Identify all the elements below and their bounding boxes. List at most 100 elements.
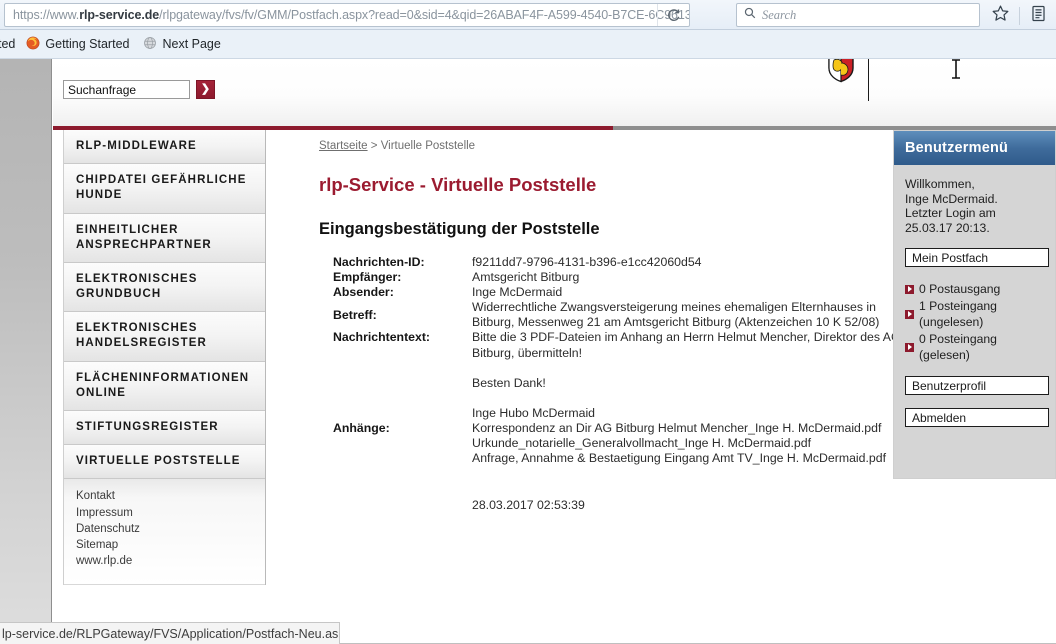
message-details-table: Nachrichten-ID: f9211dd7-9796-4131-b396-… (319, 255, 909, 513)
bookmark-item-getting-started[interactable]: Getting Started (26, 36, 129, 53)
nav-item-stiftungsregister[interactable]: STIFTUNGSREGISTER (64, 410, 265, 446)
message-body-paragraph-1: Bitte die 3 PDF-Dateien im Anhang an Her… (472, 330, 901, 360)
url-path: /rlpgateway/fvs/fv/GMM/Postfach.aspx?rea… (159, 8, 689, 22)
field-value-nachrichten-id: f9211dd7-9796-4131-b396-e1cc42060d54 (472, 255, 702, 269)
table-row: Nachrichtentext: Bitte die 3 PDF-Dateien… (319, 330, 909, 420)
field-label-betreff: Betreff: (333, 307, 377, 322)
main-content: Startseite > Virtuelle Poststelle rlp-Se… (265, 130, 901, 513)
breadcrumb: Startseite > Virtuelle Poststelle (319, 130, 892, 152)
status-bar-text: lp-service.de/RLPGateway/FVS/Application… (2, 626, 340, 641)
mailbox-counts: 0 Postausgang 1 Posteingang (ungelesen) … (905, 281, 1045, 363)
table-row: Absender: Inge McDermaid (319, 285, 909, 300)
bookmark-label: Getting Started (45, 37, 130, 51)
search-placeholder-text: Search (762, 7, 797, 22)
field-value-betreff: Widerrechtliche Zwangsversteigerung mein… (472, 300, 880, 330)
footer-link-impressum[interactable]: Impressum (76, 505, 265, 521)
toolbar-icons (991, 4, 1048, 28)
table-row: 28.03.2017 02:53:39 (319, 466, 909, 513)
bookmark-label: ted (0, 37, 16, 51)
browser-toolbar: https://www.rlp-service.de/rlpgateway/fv… (0, 0, 1056, 30)
mein-postfach-button[interactable]: Mein Postfach (905, 248, 1049, 268)
user-menu-panel: Benutzermenü Willkommen, Inge McDermaid.… (893, 130, 1056, 479)
attachment-item[interactable]: Korrespondenz an Dir AG Bitburg Helmut M… (472, 421, 909, 436)
url-text: https://www.rlp-service.de/rlpgateway/fv… (5, 8, 689, 22)
receipt-timestamp: 28.03.2017 02:53:39 (472, 498, 585, 513)
field-value-absender: Inge McDermaid (472, 285, 563, 300)
field-value-empfaenger: Amtsgericht Bitburg (472, 270, 580, 285)
page-viewport: ❯ RLP-MIDDLEWARE (0, 59, 1056, 644)
breadcrumb-current: Virtuelle Poststelle (380, 140, 476, 152)
footer-link-datenschutz[interactable]: Datenschutz (76, 521, 265, 537)
table-row: Betreff: Widerrechtliche Zwangsversteige… (319, 300, 909, 330)
field-label-nachrichtentext: Nachrichtentext: (333, 330, 431, 345)
nav-item-rlp-middleware[interactable]: RLP-MIDDLEWARE (64, 130, 265, 165)
main-navigation: RLP-MIDDLEWARE CHIPDATEI GEFÄHRLICHE HUN… (63, 130, 266, 585)
site-search-group: ❯ (63, 80, 215, 99)
welcome-line-4: 25.03.17 20:13. (905, 220, 990, 235)
library-icon[interactable] (1029, 4, 1048, 28)
field-label-absender: Absender: (333, 285, 394, 300)
globe-icon (143, 36, 157, 53)
site-header: ❯ (53, 59, 1056, 126)
table-row: Nachrichten-ID: f9211dd7-9796-4131-b396-… (319, 255, 909, 270)
rlp-coat-of-arms-icon (825, 59, 857, 83)
count-label: 0 Postausgang (919, 282, 1001, 297)
attachment-item[interactable]: Urkunde_notarielle_Generalvollmacht_Inge… (472, 436, 909, 451)
attachment-item[interactable]: Anfrage, Annahme & Bestaetigung Eingang … (472, 451, 909, 466)
chevron-right-icon: ❯ (200, 83, 211, 95)
field-value-anhaenge: Korrespondenz an Dir AG Bitburg Helmut M… (472, 421, 909, 466)
bookmarks-toolbar: ted Getting Started Next Page (0, 30, 1056, 59)
nav-item-flaecheninformationen-online[interactable]: FLÄCHENINFORMATIONEN ONLINE (64, 361, 265, 411)
search-submit-button[interactable]: ❯ (196, 80, 215, 99)
footer-link-kontakt[interactable]: Kontakt (76, 488, 265, 504)
breadcrumb-link-startseite[interactable]: Startseite (319, 140, 368, 152)
footer-link-www-rlp-de[interactable]: www.rlp.de (76, 553, 265, 569)
nav-item-chipdatei-gefaehrliche-hunde[interactable]: CHIPDATEI GEFÄHRLICHE HUNDE (64, 164, 265, 214)
field-label-empfaenger: Empfänger: (333, 270, 402, 285)
welcome-line-1: Willkommen, (905, 177, 975, 191)
nav-item-virtuelle-poststelle[interactable]: VIRTUELLE POSTSTELLE (64, 445, 265, 480)
footer-link-sitemap[interactable]: Sitemap (76, 537, 265, 553)
abmelden-button[interactable]: Abmelden (905, 408, 1049, 428)
arrow-bullet-icon (905, 309, 914, 319)
left-background-gutter (0, 59, 52, 644)
arrow-bullet-icon (905, 284, 914, 294)
search-icon (744, 6, 756, 24)
count-row-posteingang-gelesen[interactable]: 0 Posteingang (gelesen) (905, 331, 1045, 363)
nav-item-elektronisches-handelsregister[interactable]: ELEKTRONISCHES HANDELSREGISTER (64, 312, 265, 362)
welcome-text: Willkommen, Inge McDermaid. Letzter Logi… (905, 177, 1045, 235)
nav-footer-links: Kontakt Impressum Datenschutz Sitemap ww… (64, 479, 265, 585)
url-domain: rlp-service.de (79, 8, 160, 22)
count-row-posteingang-ungelesen[interactable]: 1 Posteingang (ungelesen) (905, 298, 1045, 330)
count-label: 0 Posteingang (gelesen) (919, 332, 997, 363)
status-bar: lp-service.de/RLPGateway/FVS/Application… (0, 622, 340, 644)
bookmark-item-next-page[interactable]: Next Page (143, 36, 221, 53)
field-label-nachrichten-id: Nachrichten-ID: (333, 255, 425, 269)
search-input[interactable] (63, 80, 190, 99)
table-row: Empfänger: Amtsgericht Bitburg (319, 270, 909, 285)
url-prefix: https://www. (13, 8, 80, 22)
toolbar-divider (1019, 7, 1020, 25)
field-value-nachrichtentext: Bitte die 3 PDF-Dateien im Anhang an Her… (472, 330, 909, 420)
bookmark-label: Next Page (162, 37, 221, 51)
message-body-paragraph-2: Besten Dank! (472, 375, 546, 390)
benutzerprofil-button[interactable]: Benutzerprofil (905, 376, 1049, 396)
nav-item-einheitlicher-ansprechpartner[interactable]: EINHEITLICHER ANSPRECHPARTNER (64, 213, 265, 263)
breadcrumb-separator: > (367, 140, 381, 152)
text-ibeam-cursor (949, 59, 963, 79)
address-bar[interactable]: https://www.rlp-service.de/rlpgateway/fv… (4, 3, 690, 27)
count-row-postausgang[interactable]: 0 Postausgang (905, 281, 1045, 297)
bookmark-item-ted[interactable]: ted (0, 37, 15, 51)
user-menu-body: Willkommen, Inge McDermaid. Letzter Logi… (894, 165, 1055, 437)
page-title: rlp-Service - Virtuelle Poststelle (319, 174, 597, 195)
header-vertical-divider (868, 59, 869, 101)
reload-icon[interactable] (657, 4, 689, 26)
field-label-anhaenge: Anhänge: (333, 420, 390, 435)
browser-search-box[interactable]: Search (736, 3, 980, 27)
table-row: Anhänge: Korrespondenz an Dir AG Bitburg… (319, 421, 909, 466)
star-icon[interactable] (991, 4, 1010, 28)
nav-item-elektronisches-grundbuch[interactable]: ELEKTRONISCHES GRUNDBUCH (64, 262, 265, 313)
arrow-bullet-icon (905, 342, 914, 352)
